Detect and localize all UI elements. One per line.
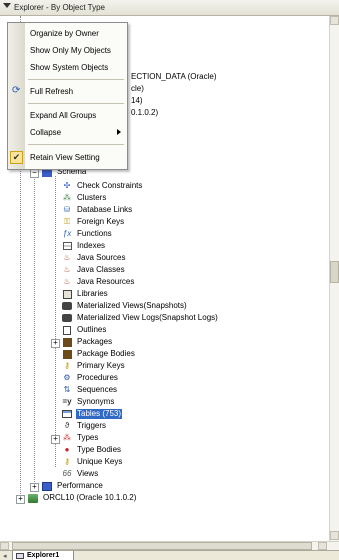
- tree-item-java-sources[interactable]: ♨ Java Sources: [62, 252, 126, 264]
- tree-item-partial[interactable]: 0.1.0.2): [130, 107, 159, 119]
- tree-item-triggers[interactable]: ϑ Triggers: [62, 420, 107, 432]
- tree-item-libraries[interactable]: Libraries: [62, 288, 109, 300]
- tree-item-materialized-views[interactable]: Materialized Views(Snapshots): [62, 300, 188, 312]
- tab-scroll-icon[interactable]: ◂: [3, 552, 7, 560]
- check-constraint-icon: ✣: [63, 181, 71, 190]
- tree-item-views[interactable]: 66 Views: [62, 468, 99, 480]
- cluster-icon: ⁂: [63, 193, 71, 202]
- tree-item-tables[interactable]: Tables (753): [62, 408, 123, 420]
- tree-item-functions[interactable]: ƒx Functions: [62, 228, 113, 240]
- menu-item-show-only-my-objects[interactable]: Show Only My Objects: [8, 42, 127, 59]
- table-icon: [62, 410, 72, 418]
- procedure-icon: ⚙: [63, 373, 71, 382]
- sequence-icon: ⇅: [63, 385, 71, 394]
- explorer-context-menu: Organize by Owner Show Only My Objects S…: [7, 22, 128, 170]
- vertical-scrollbar[interactable]: [329, 16, 339, 541]
- java-class-icon: ♨: [63, 265, 71, 274]
- tab-bar: ◂ Explorer1: [0, 550, 339, 560]
- tree-item-partial[interactable]: 14): [130, 95, 144, 107]
- refresh-icon: ⟳: [12, 85, 21, 96]
- primary-key-icon: ⚷: [64, 361, 70, 370]
- expand-types-icon[interactable]: +: [51, 435, 60, 444]
- foreign-key-icon: ⚿: [63, 217, 71, 226]
- scroll-right-button[interactable]: [318, 542, 327, 550]
- horizontal-scrollbar[interactable]: [0, 541, 339, 550]
- tree-item-unique-keys[interactable]: ⚷ Unique Keys: [62, 456, 123, 468]
- horizontal-scroll-thumb[interactable]: [12, 542, 312, 550]
- tree-item-materialized-view-logs[interactable]: Materialized View Logs(Snapshot Logs): [62, 312, 219, 324]
- performance-icon: [42, 481, 52, 491]
- tree-item-java-resources[interactable]: ♨ Java Resources: [62, 276, 135, 288]
- menu-item-expand-all-groups[interactable]: Expand All Groups: [8, 107, 127, 124]
- menu-separator: [28, 144, 124, 145]
- java-resource-icon: ♨: [63, 277, 71, 286]
- expand-performance-icon[interactable]: +: [30, 483, 39, 492]
- collapse-schema-icon[interactable]: −: [30, 169, 39, 178]
- tree-item-types[interactable]: ⁂ Types: [62, 432, 99, 444]
- tab-explorer1[interactable]: Explorer1: [12, 551, 74, 560]
- package-icon: [62, 337, 72, 347]
- menu-item-retain-view-setting[interactable]: ✔ Retain View Setting: [8, 149, 127, 166]
- tree-item-partial[interactable]: cle): [130, 83, 145, 95]
- menu-separator: [28, 103, 124, 104]
- type-body-icon: ●: [64, 445, 70, 454]
- index-icon: [62, 242, 72, 250]
- scroll-up-button[interactable]: [330, 16, 339, 25]
- materialized-view-icon: [62, 302, 72, 310]
- library-icon: [62, 289, 72, 299]
- expand-database-icon[interactable]: +: [16, 495, 25, 504]
- tree-item-check-constraints[interactable]: ✣ Check Constraints: [62, 180, 143, 192]
- unique-key-icon: ⚷: [64, 457, 70, 466]
- java-source-icon: ♨: [63, 253, 71, 262]
- tree-guide-line: [55, 176, 56, 467]
- tree-item-outlines[interactable]: Outlines: [62, 324, 107, 336]
- tree-item-synonyms[interactable]: =y Synonyms: [62, 396, 115, 408]
- tree-item-indexes[interactable]: Indexes: [62, 240, 106, 252]
- synonym-icon: =y: [62, 397, 72, 406]
- explorer-title-bar[interactable]: Explorer - By Object Type: [0, 0, 339, 16]
- tree-guide-line: [34, 164, 35, 490]
- tree-item-database-links[interactable]: ⛁ Database Links: [62, 204, 133, 216]
- type-icon: ⁂: [63, 433, 71, 442]
- menu-separator: [28, 79, 124, 80]
- menu-item-full-refresh[interactable]: ⟳ Full Refresh: [8, 83, 127, 100]
- menu-item-organize-by-owner[interactable]: Organize by Owner: [8, 25, 127, 42]
- tree-item-sequences[interactable]: ⇅ Sequences: [62, 384, 118, 396]
- scroll-left-button[interactable]: [0, 542, 9, 550]
- explorer-title: Explorer - By Object Type: [14, 3, 105, 12]
- tree-item-java-classes[interactable]: ♨ Java Classes: [62, 264, 126, 276]
- tree-item-database-orcl10[interactable]: ORCL10 (Oracle 10.1.0.2): [28, 492, 137, 504]
- checkmark-icon: ✔: [10, 151, 23, 164]
- trigger-icon: ϑ: [64, 421, 70, 430]
- submenu-arrow-icon: [117, 129, 121, 135]
- expand-packages-icon[interactable]: +: [51, 339, 60, 348]
- tree-item-package-bodies[interactable]: Package Bodies: [62, 348, 136, 360]
- menu-item-show-system-objects[interactable]: Show System Objects: [8, 59, 127, 76]
- database-icon: [28, 493, 38, 503]
- tree-item-primary-keys[interactable]: ⚷ Primary Keys: [62, 360, 126, 372]
- menu-item-collapse[interactable]: Collapse: [8, 124, 127, 141]
- tree-item-performance[interactable]: Performance: [42, 480, 104, 492]
- vertical-scroll-thumb[interactable]: [330, 261, 339, 283]
- database-link-icon: ⛁: [63, 205, 71, 214]
- scroll-down-button[interactable]: [330, 531, 339, 540]
- function-icon: ƒx: [62, 229, 72, 238]
- explorer-tab-icon: [16, 552, 24, 559]
- tree-item-clusters[interactable]: ⁂ Clusters: [62, 192, 107, 204]
- outline-icon: [63, 325, 71, 335]
- view-dropdown-arrow-icon[interactable]: [3, 3, 11, 8]
- tree-item-procedures[interactable]: ⚙ Procedures: [62, 372, 119, 384]
- materialized-view-log-icon: [62, 314, 72, 322]
- tree-item-packages[interactable]: Packages: [62, 336, 113, 348]
- tree-item-type-bodies[interactable]: ● Type Bodies: [62, 444, 122, 456]
- tree-item-partial[interactable]: ECTION_DATA (Oracle): [130, 71, 218, 83]
- package-body-icon: [62, 349, 72, 359]
- tree-item-foreign-keys[interactable]: ⚿ Foreign Keys: [62, 216, 125, 228]
- view-icon: 66: [62, 469, 72, 478]
